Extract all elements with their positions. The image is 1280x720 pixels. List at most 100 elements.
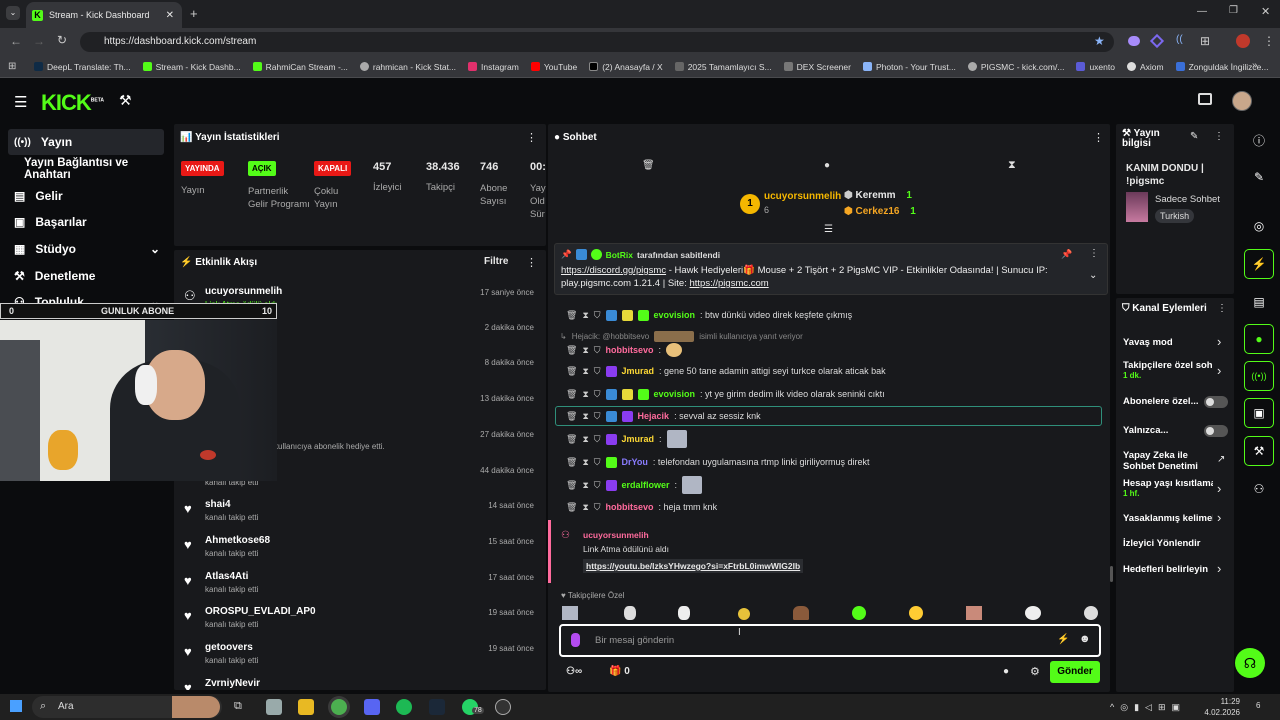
bolt-icon[interactable]: ⚡	[1244, 249, 1274, 279]
spotify-icon[interactable]	[396, 699, 412, 715]
more-options-icon[interactable]: ⋮	[1093, 131, 1104, 144]
bookmark-item[interactable]: PIGSMC - kick.com/...	[967, 62, 1064, 72]
more-options-icon[interactable]: ⋮	[526, 256, 537, 269]
forward-icon[interactable]: →	[33, 34, 45, 48]
unpin-icon[interactable]: 📌	[1061, 249, 1072, 260]
chat-message[interactable]: 🗑 ⧗ ⛉ Jmurad:	[566, 429, 687, 449]
bookmark-item[interactable]: Stream - Kick Dashb...	[142, 62, 241, 72]
menu-dots-icon[interactable]: ⋮	[1263, 34, 1275, 48]
extension-icon[interactable]	[1149, 33, 1165, 49]
chevron-right-icon[interactable]: ›	[1217, 334, 1221, 349]
chevron-right-icon[interactable]: ›	[1217, 510, 1221, 525]
chevron-right-icon[interactable]: ›	[1217, 481, 1221, 496]
chat-message[interactable]: 🗑 ⧗ ⛉ evovision: yt ye girim dedim ilk vide…	[566, 384, 885, 404]
chat-message[interactable]: 🗑 ⧗ ⛉ Hejacik: sevval az sessiz knk	[566, 406, 761, 426]
file-explorer-icon[interactable]	[298, 699, 314, 715]
extension-icon[interactable]: ((	[1176, 34, 1183, 45]
chevron-right-icon[interactable]: ›	[1217, 561, 1221, 576]
bookmark-item[interactable]: Axiom	[1126, 62, 1164, 72]
more-options-icon[interactable]: ⋮	[1089, 248, 1099, 259]
chat-input[interactable]: Bir mesaj gönderin ⚡ ☻	[559, 624, 1101, 657]
sidebar-item-gelir[interactable]: ▤ Gelir	[8, 183, 164, 209]
redirect-viewers-item[interactable]: İzleyici Yönlendir	[1123, 538, 1200, 549]
extension-icon[interactable]	[1128, 36, 1140, 46]
apps-grid-icon[interactable]: ⊞	[8, 61, 16, 72]
bookmark-item[interactable]: Instagram	[468, 62, 519, 72]
clock-time[interactable]: 11:29	[1208, 697, 1240, 706]
bookmark-item[interactable]: Photon - Your Trust...	[862, 62, 956, 72]
sidebar-item-denetleme[interactable]: ⚒ Denetleme	[8, 263, 164, 289]
bookmark-item[interactable]: YouTube	[530, 62, 577, 72]
filter-button[interactable]: Filtre	[484, 256, 508, 267]
expand-icon[interactable]: ☰	[824, 224, 833, 235]
url-input[interactable]: https://dashboard.kick.com/stream	[80, 32, 1114, 52]
edit-icon[interactable]: ✎	[1244, 162, 1274, 192]
support-headset-icon[interactable]: ☊	[1235, 648, 1265, 678]
microphone-icon[interactable]	[571, 633, 580, 647]
ai-moderation-item[interactable]: Yapay Zeka ile Sohbet Denetimi	[1123, 450, 1209, 472]
task-view-icon[interactable]: ⧉	[234, 700, 242, 713]
steam-icon[interactable]	[429, 699, 445, 715]
more-bookmarks-icon[interactable]: »	[1252, 60, 1258, 71]
extensions-puzzle-icon[interactable]: ⊞	[1200, 34, 1210, 48]
chevron-right-icon[interactable]: ›	[1217, 363, 1221, 378]
hamburger-menu-icon[interactable]: ☰	[14, 93, 27, 111]
emote[interactable]	[678, 606, 690, 620]
discord-icon[interactable]	[364, 699, 380, 715]
system-tray-icons[interactable]: ^◎▮◁⊞▣	[1110, 702, 1186, 713]
reload-icon[interactable]: ↻	[57, 33, 67, 47]
minimize-icon[interactable]: —	[1197, 6, 1207, 17]
chat-icon[interactable]: ●	[1244, 324, 1274, 354]
community-icon[interactable]: ⚇	[1244, 474, 1274, 504]
banned-words-item[interactable]: Yasaklanmış kelimel	[1123, 513, 1213, 524]
bookmark-item[interactable]: uxento	[1076, 62, 1115, 72]
more-options-icon[interactable]: ⋮	[1217, 303, 1227, 314]
back-icon[interactable]: ←	[10, 34, 22, 48]
bookmark-star-icon[interactable]: ★	[1094, 34, 1105, 48]
dashboard-icon[interactable]: ▣	[1244, 398, 1274, 428]
clock-date[interactable]: 4.02.2026	[1203, 708, 1240, 717]
tab-close-icon[interactable]: ✕	[166, 10, 174, 21]
obs-icon[interactable]	[495, 699, 511, 715]
info-icon[interactable]: ⓘ	[1244, 125, 1274, 155]
target-icon[interactable]: ◎	[1244, 211, 1274, 241]
pinned-link[interactable]: https://discord.gg/pigsmc	[561, 265, 666, 276]
edit-icon[interactable]: ✎	[1190, 131, 1198, 142]
new-tab-icon[interactable]: +	[190, 6, 198, 21]
sidebar-item-studyo[interactable]: ▦ Stüdyo ⌄	[8, 236, 164, 262]
close-window-icon[interactable]: ✕	[1261, 5, 1270, 18]
taskbar-app-icon[interactable]	[266, 699, 282, 715]
document-icon[interactable]: ▤	[1244, 287, 1274, 317]
emote[interactable]	[738, 608, 750, 620]
chat-message[interactable]: 🗑 ⧗ ⛉ Jmurad: gene 50 tane adamin attigi se…	[566, 361, 886, 381]
notification-count[interactable]: 6	[1256, 701, 1260, 710]
emote[interactable]	[562, 606, 578, 620]
bookmark-item[interactable]: DEX Screener	[783, 62, 851, 72]
emote-only-toggle[interactable]	[1204, 425, 1228, 437]
chat-message[interactable]: 🗑 ⧗ ⛉ evovision: btw dünkü video direk keşf…	[566, 305, 852, 325]
chat-bubble-icon[interactable]: ●	[1003, 666, 1009, 677]
followers-only-item[interactable]: Takipçilere özel soh 1 dk.	[1123, 360, 1213, 380]
pinned-link[interactable]: https://pigsmc.com	[690, 278, 769, 289]
bookmark-item[interactable]: rahmican - Kick Stat...	[359, 62, 456, 72]
emote-picker-icon[interactable]: ⚡	[1057, 634, 1069, 645]
subscribers-only-toggle[interactable]	[1204, 396, 1228, 408]
sidebar-item-basarilar[interactable]: ▣ Başarılar	[8, 209, 164, 235]
taskbar-search[interactable]: ⌕ Ara	[32, 696, 222, 718]
send-button[interactable]: Gönder	[1050, 661, 1100, 683]
tab-search-icon[interactable]: ⌄	[6, 6, 20, 20]
user-avatar[interactable]	[1232, 91, 1252, 111]
sidebar-item-yayin[interactable]: ((•)) Yayın	[8, 129, 164, 155]
kick-logo[interactable]: KICKBETA	[41, 90, 104, 116]
windows-start-icon[interactable]	[10, 700, 22, 712]
chat-message[interactable]: 🗑 ⧗ ⛉ hobbitsevo: heja tmm knk	[566, 497, 717, 517]
maximize-icon[interactable]: ❐	[1229, 5, 1238, 16]
emote[interactable]	[966, 606, 982, 620]
profile-avatar[interactable]	[1236, 34, 1250, 48]
broadcast-icon[interactable]: ((•))	[1244, 361, 1274, 391]
gift-count[interactable]: 🎁 0	[609, 666, 630, 677]
emote[interactable]	[793, 606, 809, 620]
bookmark-item[interactable]: (2) Anasayfa / X	[589, 62, 663, 72]
wrench-icon[interactable]: ⚒	[1244, 436, 1274, 466]
sidebar-item-stream-key[interactable]: Yayın Bağlantısı ve Anahtarı	[8, 156, 164, 182]
